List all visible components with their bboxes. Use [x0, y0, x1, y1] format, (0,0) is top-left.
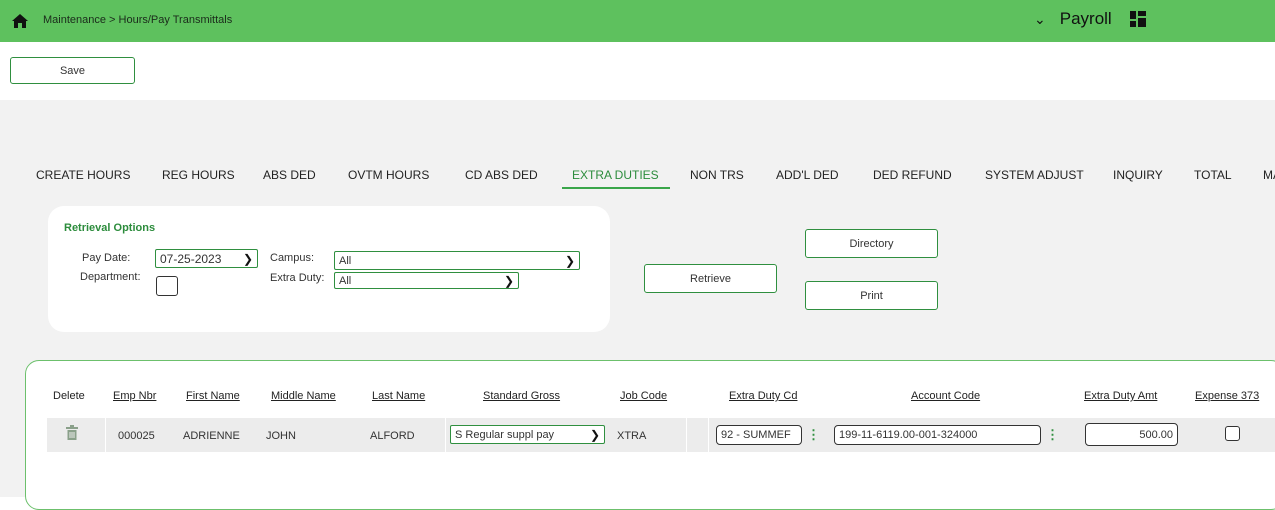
standard-gross-select[interactable]: S Regular suppl pay ❯ — [450, 425, 605, 444]
action-bar — [0, 42, 1275, 100]
pay-date-value: 07-25-2023 — [160, 251, 222, 266]
retrieve-button[interactable]: Retrieve — [644, 264, 777, 293]
tab-inquiry[interactable]: INQUIRY — [1113, 168, 1163, 182]
tab-addl-ded[interactable]: ADD'L DED — [776, 168, 839, 182]
campus-value: All — [339, 254, 352, 267]
extra-duty-cd-field[interactable]: 92 - SUMMEF — [716, 425, 802, 445]
col-extra-duty-cd[interactable]: Extra Duty Cd — [729, 390, 797, 402]
chevron-down-icon: ❯ — [242, 251, 253, 266]
tab-more[interactable]: MA — [1263, 168, 1275, 182]
department-label: Department: — [80, 271, 141, 283]
extra-duty-value: All — [339, 274, 352, 287]
campus-label: Campus: — [270, 252, 315, 264]
more-options-icon[interactable]: ⋮ — [1046, 428, 1059, 441]
cell-divider — [708, 418, 709, 452]
emp-nbr-cell: 000025 — [118, 430, 155, 442]
extra-duty-amt-field[interactable]: 500.00 — [1085, 423, 1178, 446]
col-delete: Delete — [53, 390, 85, 402]
trash-icon[interactable] — [66, 425, 78, 440]
breadcrumb[interactable]: Maintenance > Hours/Pay Transmittals — [43, 14, 232, 26]
col-emp-nbr[interactable]: Emp Nbr — [113, 390, 156, 402]
tab-reg-hours[interactable]: REG HOURS — [162, 168, 235, 182]
tab-non-trs[interactable]: NON TRS — [690, 168, 744, 182]
pay-date-select[interactable]: 07-25-2023 ❯ — [155, 249, 258, 268]
middle-name-cell: JOHN — [266, 430, 296, 442]
tab-system-adjust[interactable]: SYSTEM ADJUST — [985, 168, 1084, 182]
tab-create-hours[interactable]: CREATE HOURS — [36, 168, 130, 182]
col-middle-name[interactable]: Middle Name — [271, 390, 336, 402]
chevron-down-icon: ⌄ — [1034, 10, 1046, 27]
department-checkbox[interactable] — [156, 276, 178, 296]
cell-divider — [105, 418, 106, 452]
cell-divider — [445, 418, 446, 452]
tab-total[interactable]: TOTAL — [1194, 168, 1232, 182]
tab-extra-duties[interactable]: EXTRA DUTIES — [572, 168, 659, 182]
col-first-name[interactable]: First Name — [186, 390, 240, 402]
grid-icon[interactable] — [1130, 11, 1148, 29]
col-standard-gross[interactable]: Standard Gross — [483, 390, 560, 402]
extra-duty-cd-value: 92 - SUMMEF — [721, 429, 791, 441]
extra-duty-select[interactable]: All ❯ — [334, 272, 519, 289]
expense-373-checkbox[interactable] — [1225, 426, 1240, 441]
directory-button[interactable]: Directory — [805, 229, 938, 258]
top-bar: Maintenance > Hours/Pay Transmittals ⌄ P… — [0, 0, 1275, 42]
job-code-cell: XTRA — [617, 430, 647, 442]
retrieval-options-title: Retrieval Options — [64, 222, 156, 234]
last-name-cell: ALFORD — [370, 430, 415, 442]
standard-gross-value: S Regular suppl pay — [455, 428, 555, 441]
col-job-code[interactable]: Job Code — [620, 390, 667, 402]
save-button[interactable]: Save — [10, 57, 135, 84]
chevron-down-icon: ❯ — [589, 427, 600, 442]
tab-cd-abs-ded[interactable]: CD ABS DED — [465, 168, 538, 182]
module-name: Payroll — [1059, 9, 1112, 28]
tab-abs-ded[interactable]: ABS DED — [263, 168, 316, 182]
active-tab-indicator — [562, 187, 670, 189]
cell-divider — [686, 418, 687, 452]
first-name-cell: ADRIENNE — [183, 430, 240, 442]
module-selector[interactable]: ⌄ Payroll — [1034, 9, 1112, 29]
chevron-down-icon: ❯ — [503, 273, 514, 288]
col-extra-duty-amt[interactable]: Extra Duty Amt — [1084, 390, 1157, 402]
tab-bar: CREATE HOURS REG HOURS ABS DED OVTM HOUR… — [0, 168, 1275, 188]
account-code-field[interactable]: 199-11-6119.00-001-324000 — [834, 425, 1041, 445]
tab-ovtm-hours[interactable]: OVTM HOURS — [348, 168, 429, 182]
print-button[interactable]: Print — [805, 281, 938, 310]
col-last-name[interactable]: Last Name — [372, 390, 425, 402]
col-expense-373[interactable]: Expense 373 — [1195, 390, 1259, 402]
col-account-code[interactable]: Account Code — [911, 390, 980, 402]
extra-duty-label: Extra Duty: — [270, 272, 325, 284]
home-icon[interactable] — [11, 13, 29, 29]
tab-ded-refund[interactable]: DED REFUND — [873, 168, 952, 182]
more-options-icon[interactable]: ⋮ — [807, 428, 820, 441]
chevron-down-icon: ❯ — [564, 253, 575, 268]
campus-select[interactable]: All ❯ — [334, 251, 580, 270]
pay-date-label: Pay Date: — [82, 252, 131, 264]
account-code-value: 199-11-6119.00-001-324000 — [839, 429, 978, 441]
extra-duty-amt-value: 500.00 — [1139, 428, 1173, 441]
